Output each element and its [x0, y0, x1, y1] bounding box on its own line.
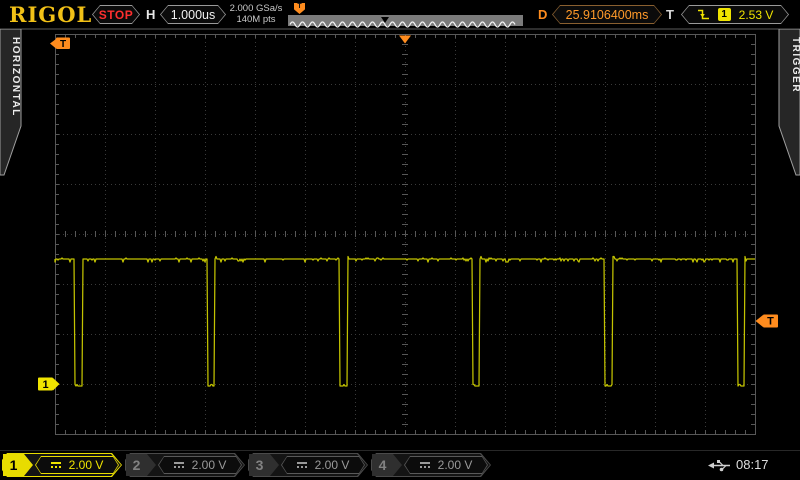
- channel2-status[interactable]: 2 2.00 V: [125, 453, 245, 477]
- grid-lines: [55, 34, 756, 435]
- graticule: T T 1: [0, 0, 800, 480]
- dc-coupling-icon: [297, 462, 307, 468]
- channel1-scale: 2.00 V: [69, 458, 104, 472]
- footer-separator: [0, 450, 800, 451]
- channel3-status[interactable]: 3 2.00 V: [248, 453, 368, 477]
- dc-coupling-icon: [174, 462, 184, 468]
- svg-text:1: 1: [42, 379, 48, 391]
- channel1-status[interactable]: 1 2.00 V: [2, 453, 122, 477]
- svg-text:T: T: [767, 316, 774, 328]
- channel4-scale: 2.00 V: [438, 458, 473, 472]
- usb-icon: [706, 459, 732, 472]
- oscilloscope-screen: RIGOL STOP H 1.000us 2.000 GSa/s 140M pt…: [0, 0, 800, 480]
- channel2-scale: 2.00 V: [192, 458, 227, 472]
- trigger-position-marker[interactable]: T: [50, 38, 70, 50]
- channel3-scale: 2.00 V: [315, 458, 350, 472]
- channel1-ground-marker[interactable]: 1: [38, 378, 60, 391]
- trigger-level-marker[interactable]: T: [756, 315, 779, 328]
- svg-text:T: T: [60, 39, 66, 50]
- dc-coupling-icon: [51, 462, 61, 468]
- dc-coupling-icon: [420, 462, 430, 468]
- clock: 08:17: [736, 457, 769, 472]
- horizontal-position-marker[interactable]: [399, 36, 411, 44]
- channel4-status[interactable]: 4 2.00 V: [371, 453, 491, 477]
